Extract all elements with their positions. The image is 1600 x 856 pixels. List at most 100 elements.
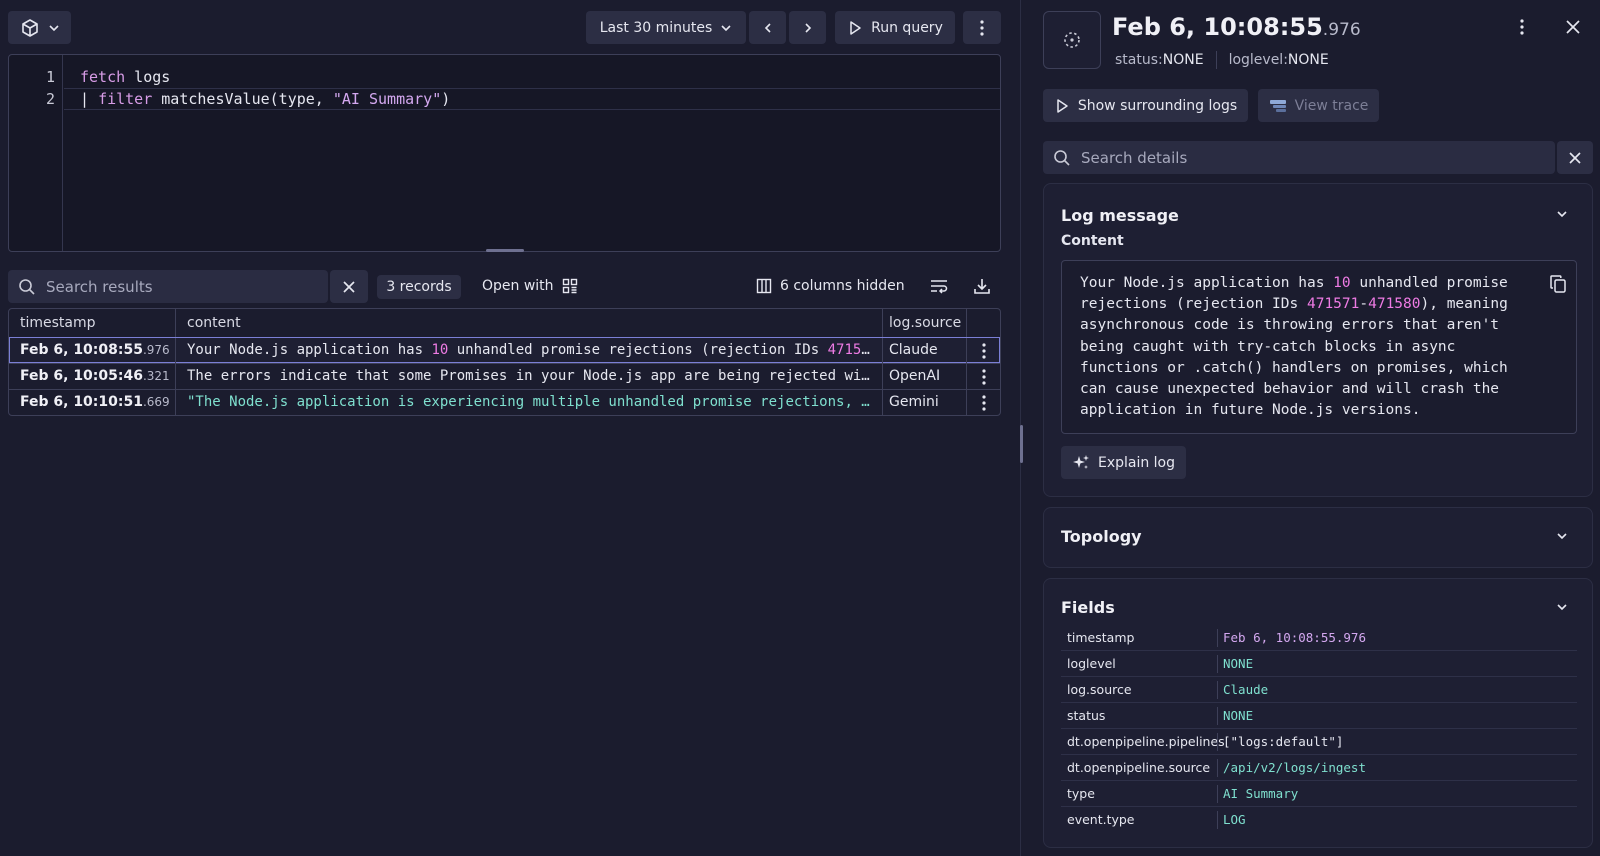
copy-icon[interactable] — [1550, 275, 1566, 293]
field-key: type — [1067, 786, 1095, 801]
close-icon — [1566, 20, 1580, 34]
field-key: log.source — [1067, 682, 1132, 697]
field-value: ["logs:default"] — [1223, 734, 1344, 749]
detail-more-options-button[interactable] — [1520, 19, 1524, 39]
timeframe-label: Last 30 minutes — [599, 19, 713, 36]
row-actions-button[interactable] — [967, 338, 1000, 363]
download-button[interactable] — [973, 277, 991, 299]
code-line-2: | filter matchesValue(type, "AI Summary"… — [80, 90, 450, 108]
timestamp-cell: Feb 6, 10:05:46.321 — [9, 364, 176, 389]
row-actions-button[interactable] — [967, 390, 1000, 415]
open-with-label: Open with — [482, 278, 554, 294]
editor-resize-handle[interactable] — [486, 249, 524, 252]
column-header-timestamp[interactable]: timestamp — [9, 309, 176, 337]
more-vertical-icon — [982, 368, 986, 385]
chevron-down-icon — [48, 24, 59, 31]
results-table: timestamp content log.source Feb 6, 10:0… — [8, 308, 1001, 416]
clear-search-button[interactable] — [330, 270, 368, 303]
panel-resize-handle[interactable] — [1020, 425, 1023, 463]
field-row[interactable]: loglevel NONE — [1061, 651, 1577, 677]
search-placeholder: Search results — [46, 277, 153, 296]
field-row[interactable]: event.type LOG — [1061, 807, 1577, 833]
field-value: /api/v2/logs/ingest — [1223, 760, 1366, 775]
keyword-filter: filter — [98, 90, 153, 108]
table-row[interactable]: Feb 6, 10:10:51.669 "The Node.js applica… — [9, 389, 1000, 415]
chevron-right-icon — [804, 22, 811, 33]
field-key: loglevel — [1067, 656, 1116, 671]
close-icon — [1569, 151, 1581, 164]
more-options-button[interactable] — [963, 11, 1001, 44]
collapse-chevron-icon[interactable] — [1556, 601, 1568, 613]
run-query-label: Run query — [871, 19, 943, 36]
field-row[interactable]: status NONE — [1061, 703, 1577, 729]
field-value: LOG — [1223, 812, 1246, 827]
run-query-button[interactable]: Run query — [835, 11, 955, 44]
timestamp-cell: Feb 6, 10:08:55.976 — [9, 338, 176, 363]
pipe-token: | — [80, 90, 99, 108]
log-record-icon — [1064, 32, 1080, 48]
status-summary: status: NONE loglevel: NONE — [1115, 51, 1329, 69]
next-timeframe-button[interactable] — [789, 11, 826, 44]
timeframe-selector[interactable]: Last 30 minutes — [586, 11, 746, 44]
log-source-cell: Claude — [883, 338, 967, 363]
field-value: Claude — [1223, 682, 1269, 697]
view-trace-button[interactable]: View trace — [1258, 89, 1379, 122]
show-surrounding-logs-button[interactable]: Show surrounding logs — [1043, 89, 1248, 122]
field-value: AI Summary — [1223, 786, 1299, 801]
field-key: status — [1067, 708, 1106, 723]
line-number-gutter: 1 2 — [9, 55, 63, 251]
previous-timeframe-button[interactable] — [749, 11, 786, 44]
field-row[interactable]: type AI Summary — [1061, 781, 1577, 807]
cube-icon — [21, 18, 38, 37]
code-text: ) — [441, 90, 451, 108]
wrap-lines-icon — [931, 280, 948, 294]
field-key: timestamp — [1067, 630, 1135, 645]
close-icon — [343, 280, 355, 293]
field-row[interactable]: dt.openpipeline.source/api/v2/logs/inges… — [1061, 755, 1577, 781]
download-icon — [974, 279, 990, 294]
record-count: 3 records — [386, 279, 452, 295]
row-actions-button[interactable] — [967, 364, 1000, 389]
play-icon — [850, 20, 861, 35]
explain-log-button[interactable]: Explain log — [1061, 446, 1186, 479]
field-row[interactable]: timestamp Feb 6, 10:08:55.976 — [1061, 625, 1577, 651]
line-number: 2 — [45, 90, 55, 108]
fields-title: Fields — [1061, 598, 1115, 617]
surrounding-logs-label: Show surrounding logs — [1077, 97, 1238, 114]
log-content-text: Your Node.js application has 10 unhandle… — [1080, 275, 1508, 419]
content-label: Content — [1061, 233, 1124, 249]
content-cell: "The Node.js application is experiencing… — [176, 390, 883, 415]
more-vertical-icon — [982, 342, 986, 359]
table-row[interactable]: Feb 6, 10:05:46.321 The errors indicate … — [9, 363, 1000, 389]
details-search-input[interactable]: Search details — [1043, 141, 1555, 174]
results-search-input[interactable]: Search results — [8, 270, 328, 303]
clear-details-search-button[interactable] — [1557, 141, 1593, 174]
column-header-log-source[interactable]: log.source — [883, 309, 967, 337]
log-message-title: Log message — [1061, 206, 1179, 225]
line-wrap-button[interactable] — [930, 278, 948, 298]
query-editor[interactable]: 1 2 fetch logs | filter matchesValue(typ… — [8, 54, 1001, 252]
table-row[interactable]: Feb 6, 10:08:55.976 Your Node.js applica… — [9, 337, 1000, 363]
app-menu-button[interactable] — [8, 11, 71, 44]
field-value: Feb 6, 10:08:55.976 — [1223, 630, 1366, 645]
record-count-badge: 3 records — [377, 275, 461, 299]
open-with-button[interactable]: Open with — [482, 278, 578, 294]
chevron-left-icon — [764, 22, 771, 33]
log-message-card: Log message Content Your Node.js applica… — [1043, 183, 1593, 497]
field-row[interactable]: dt.openpipeline.pipelines ["logs:default"… — [1061, 729, 1577, 755]
log-record-icon-tile — [1043, 11, 1101, 69]
code-text: matchesValue(type, — [152, 90, 333, 108]
explain-log-label: Explain log — [1097, 454, 1176, 471]
column-header-content[interactable]: content — [176, 309, 883, 337]
line-number: 1 — [45, 68, 55, 86]
field-key: dt.openpipeline.pipelines — [1067, 734, 1225, 749]
collapse-chevron-icon[interactable] — [1556, 208, 1568, 220]
expand-chevron-icon[interactable] — [1556, 530, 1568, 542]
hidden-columns-button[interactable]: 6 columns hidden — [756, 278, 905, 294]
view-trace-label: View trace — [1294, 97, 1369, 114]
field-row[interactable]: log.source Claude — [1061, 677, 1577, 703]
topology-card[interactable]: Topology — [1043, 507, 1593, 568]
search-icon — [19, 278, 35, 295]
close-panel-button[interactable] — [1566, 20, 1580, 38]
log-source-cell: OpenAI — [883, 364, 967, 389]
